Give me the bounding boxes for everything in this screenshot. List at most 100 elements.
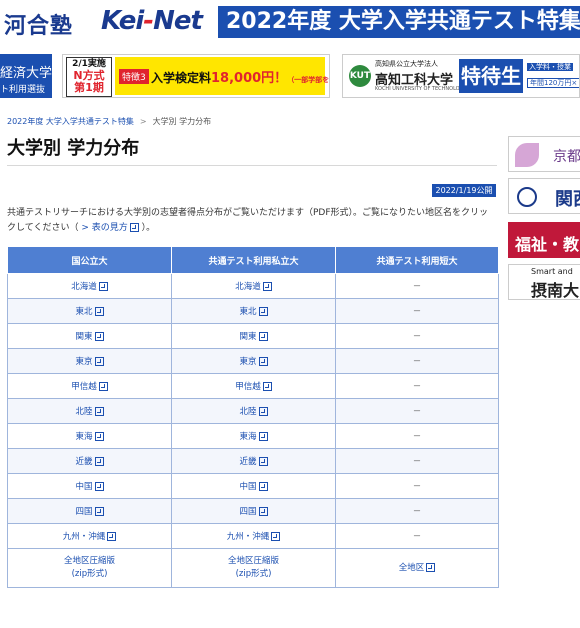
cell-private: 近畿	[171, 448, 336, 474]
region-pdf-link[interactable]: 関東	[239, 332, 256, 342]
cell-junior: －	[335, 348, 499, 374]
region-pdf-link[interactable]: 東京	[239, 357, 256, 367]
cell-private: 中国	[171, 473, 336, 499]
ad-scholarship-badge: 特待生	[459, 59, 523, 93]
region-pdf-link[interactable]: 関東	[75, 332, 92, 342]
region-pdf-link[interactable]: 東北	[75, 307, 92, 317]
col-header-private: 共通テスト利用私立大	[171, 246, 336, 274]
region-pdf-link[interactable]: 中国	[239, 482, 256, 492]
sidebar-ad-kyoto-text: 京都	[553, 149, 580, 165]
cell-private: 全地区圧縮版 (zip形式)	[171, 548, 336, 588]
how-to-read-label: 表の見方	[91, 223, 128, 233]
cell-junior: －	[335, 298, 499, 324]
ad-banner-kochi-tech[interactable]: KUT 高知県公立大学法人 高知工科大学 KOCHI UNIVERSITY OF…	[342, 54, 580, 98]
region-pdf-link[interactable]: 九州・沖縄	[227, 532, 270, 542]
cell-national: 東海	[7, 423, 172, 449]
table-row: 東京 東京 －	[7, 348, 499, 374]
not-available-mark: －	[412, 482, 422, 492]
pdf-icon	[258, 457, 268, 466]
ad-banner-exam-fee[interactable]: 2/1実施 N方式 第1期 特徴3 入学検定料18,000円！（一部学部を除く）	[62, 54, 330, 98]
pdf-icon	[426, 562, 436, 572]
cell-junior: 全地区	[335, 548, 499, 588]
region-pdf-link[interactable]: 東海	[75, 432, 92, 442]
not-available-mark: －	[412, 407, 422, 417]
pdf-icon	[94, 482, 104, 491]
breadcrumb-parent-link[interactable]: 2022年度 大学入学共通テスト特集	[7, 117, 134, 126]
table-row: 関東 関東 －	[7, 323, 499, 349]
all-regions-download-link[interactable]: 全地区圧縮版 (zip形式)	[64, 556, 115, 579]
region-pdf-link[interactable]: 近畿	[239, 457, 256, 467]
table-row: 北海道 北海道 －	[7, 273, 499, 299]
cell-national: 東北	[7, 298, 172, 324]
region-pdf-link[interactable]: 北海道	[235, 282, 261, 292]
region-pdf-link[interactable]: 東海	[239, 432, 256, 442]
region-pdf-link[interactable]: 甲信越	[235, 382, 261, 392]
page-title: 大学別 学力分布	[7, 138, 140, 159]
ad-scholarship-line1: 入学料・授業	[527, 63, 573, 71]
feature-title-banner[interactable]: 2022年度 大学入学共通テスト特集	[218, 6, 580, 38]
keinet-logo-dash: -	[143, 6, 154, 36]
pdf-icon	[98, 382, 108, 391]
all-regions-link-text: (zip形式)	[235, 569, 272, 579]
region-pdf-link[interactable]: 甲信越	[71, 382, 97, 392]
pdf-icon	[258, 482, 268, 491]
region-pdf-link[interactable]: 中国	[75, 482, 92, 492]
not-available-mark: －	[412, 532, 422, 542]
sidebar-ad-welfare[interactable]: 福祉・教	[508, 222, 580, 258]
description-suffix: ）。	[141, 223, 156, 233]
pdf-icon	[129, 223, 139, 232]
region-pdf-link[interactable]: 九州・沖縄	[63, 532, 106, 542]
region-pdf-link[interactable]: 北陸	[239, 407, 256, 417]
col-header-junior: 共通テスト利用短大	[335, 246, 499, 274]
region-pdf-link[interactable]: 四国	[239, 507, 256, 517]
not-available-mark: －	[412, 307, 422, 317]
pdf-icon	[94, 357, 104, 366]
ad-banner-left[interactable]: 経済大学 ト利用選抜	[0, 54, 52, 98]
pdf-icon	[94, 507, 104, 516]
table-row: 中国 中国 －	[7, 473, 499, 499]
ad-university-sub: 高知県公立大学法人	[375, 60, 438, 68]
cell-junior: －	[335, 473, 499, 499]
ad-banner-row: 経済大学 ト利用選抜 2/1実施 N方式 第1期 特徴3 入学検定料18,000…	[0, 52, 580, 102]
all-regions-download-link[interactable]: 全地区	[399, 563, 425, 573]
pdf-icon	[258, 357, 268, 366]
ad-feature-tag: 特徴3	[119, 69, 149, 84]
how-to-read-chevron-icon: >	[81, 223, 89, 233]
pdf-icon	[258, 407, 268, 416]
cell-junior: －	[335, 373, 499, 399]
breadcrumb-current: 大学別 学力分布	[152, 117, 212, 126]
keinet-logo[interactable]: Kei-Net	[101, 6, 203, 36]
cell-private: 北海道	[171, 273, 336, 299]
table-row: 東北 東北 －	[7, 298, 499, 324]
table-row: 東海 東海 －	[7, 423, 499, 449]
pdf-icon	[94, 307, 104, 316]
region-pdf-link[interactable]: 北陸	[75, 407, 92, 417]
kawaijuku-logo[interactable]: 河合塾	[4, 8, 73, 40]
cell-junior: －	[335, 423, 499, 449]
cell-private: 四国	[171, 498, 336, 524]
region-pdf-link[interactable]: 東京	[75, 357, 92, 367]
sidebar-ad-setsunan-name: 摂南大	[531, 281, 580, 300]
cell-private: 九州・沖縄	[171, 523, 336, 549]
cell-national: 関東	[7, 323, 172, 349]
breadcrumb: 2022年度 大学入学共通テスト特集 > 大学別 学力分布	[7, 116, 211, 127]
pdf-icon	[262, 282, 272, 291]
ad-exam-period: 第1期	[74, 81, 104, 94]
ad-exam-fee-label: 入学検定料	[151, 71, 212, 85]
all-regions-download-link[interactable]: 全地区圧縮版 (zip形式)	[228, 556, 279, 579]
region-pdf-link[interactable]: 北海道	[71, 282, 97, 292]
region-pdf-link[interactable]: 四国	[75, 507, 92, 517]
col-header-national: 国公立大	[7, 246, 172, 274]
cell-private: 東北	[171, 298, 336, 324]
region-pdf-link[interactable]: 近畿	[75, 457, 92, 467]
sidebar-ad-kansai[interactable]: 関西	[508, 178, 580, 214]
sidebar-ad-kansai-text: 関西	[555, 189, 580, 210]
all-regions-link-text: (zip形式)	[71, 569, 108, 579]
region-pdf-link[interactable]: 東北	[239, 307, 256, 317]
sidebar-ad-kyoto[interactable]: 京都	[508, 136, 580, 172]
sidebar-ad-setsunan[interactable]: Smart and 摂南大	[508, 264, 580, 300]
not-available-mark: －	[412, 457, 422, 467]
cell-national: 東京	[7, 348, 172, 374]
how-to-read-link[interactable]: > 表の見方	[81, 223, 139, 233]
description-text: 共通テストリサーチにおける大学別の志望者得点分布がご覧いただけます（PDF形式）…	[7, 208, 489, 233]
